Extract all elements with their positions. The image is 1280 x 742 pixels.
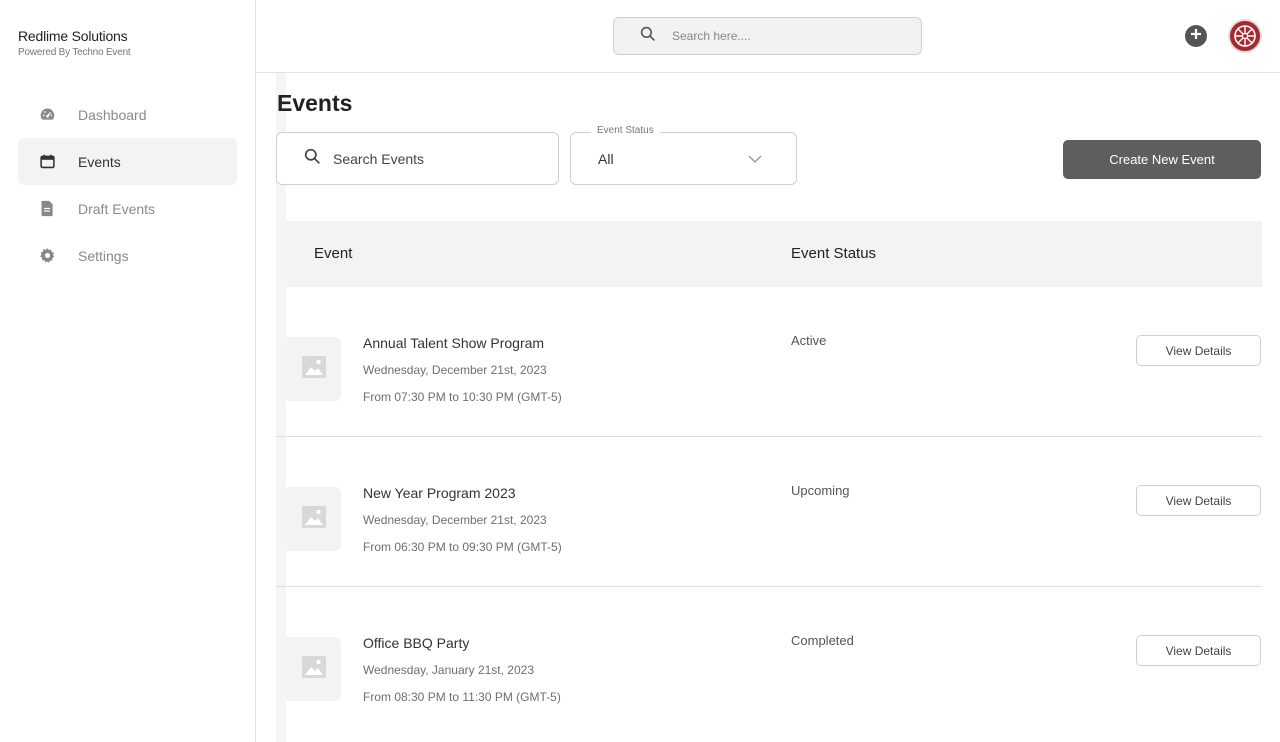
event-status: Active <box>791 333 827 348</box>
top-bar <box>256 0 1280 73</box>
sidebar-item-dashboard[interactable]: Dashboard <box>18 91 237 138</box>
event-status: Upcoming <box>791 483 850 498</box>
document-icon <box>38 200 56 218</box>
column-header-event-status: Event Status <box>791 245 877 262</box>
table-row: Office BBQ Party Wednesday, January 21st… <box>276 587 1262 737</box>
app-root: Redlime Solutions Powered By Techno Even… <box>0 0 1280 742</box>
event-search[interactable] <box>276 132 559 185</box>
event-date: Wednesday, January 21st, 2023 <box>363 663 534 677</box>
event-status: Completed <box>791 633 854 648</box>
event-name: Office BBQ Party <box>363 635 470 651</box>
view-details-button[interactable]: View Details <box>1136 335 1261 366</box>
event-time: From 06:30 PM to 09:30 PM (GMT-5) <box>363 540 562 554</box>
event-thumbnail <box>286 637 341 701</box>
dashboard-gauge-icon <box>38 106 56 124</box>
event-thumbnail <box>286 337 341 401</box>
event-date: Wednesday, December 21st, 2023 <box>363 363 547 377</box>
calendar-icon <box>38 153 56 171</box>
event-thumbnail <box>286 487 341 551</box>
chevron-down-icon <box>747 151 763 172</box>
event-name: Annual Talent Show Program <box>363 335 545 351</box>
image-placeholder-icon <box>301 655 327 684</box>
sidebar-item-label: Settings <box>78 247 129 264</box>
table-row: Annual Talent Show Program Wednesday, De… <box>276 287 1262 437</box>
sidebar-item-events[interactable]: Events <box>18 138 237 185</box>
main-content: Events Event Status All Create New Event… <box>256 73 1280 742</box>
event-search-input[interactable] <box>333 150 533 167</box>
sidebar-item-label: Draft Events <box>78 200 156 217</box>
search-icon <box>640 26 656 47</box>
gear-icon <box>38 247 56 265</box>
plus-icon <box>1190 27 1202 45</box>
avatar-logo-icon <box>1234 25 1256 47</box>
column-header-event: Event <box>314 245 353 262</box>
sidebar: Redlime Solutions Powered By Techno Even… <box>0 0 256 742</box>
search-icon <box>304 148 321 170</box>
sidebar-nav: Dashboard Events Draft Events Settings <box>18 91 237 279</box>
add-button[interactable] <box>1185 25 1207 47</box>
sidebar-item-label: Dashboard <box>78 106 147 123</box>
brand-name: Redlime Solutions <box>18 28 128 44</box>
brand-subtitle: Powered By Techno Event <box>18 47 131 58</box>
avatar[interactable] <box>1228 19 1262 53</box>
table-row: New Year Program 2023 Wednesday, Decembe… <box>276 437 1262 587</box>
sidebar-item-label: Events <box>78 153 121 170</box>
image-placeholder-icon <box>301 505 327 534</box>
event-status-select[interactable]: Event Status All <box>570 125 797 185</box>
image-placeholder-icon <box>301 355 327 384</box>
table-header: Event Event Status <box>286 221 1262 287</box>
global-search[interactable] <box>613 17 922 55</box>
event-status-value: All <box>598 151 614 167</box>
brand: Redlime Solutions Powered By Techno Even… <box>18 28 131 58</box>
page-title: Events <box>277 90 353 116</box>
event-time: From 07:30 PM to 10:30 PM (GMT-5) <box>363 390 562 404</box>
create-new-event-button[interactable]: Create New Event <box>1063 140 1261 179</box>
view-details-button[interactable]: View Details <box>1136 485 1261 516</box>
global-search-input[interactable] <box>672 29 892 43</box>
event-date: Wednesday, December 21st, 2023 <box>363 513 547 527</box>
sidebar-item-draft-events[interactable]: Draft Events <box>18 185 237 232</box>
events-table: Annual Talent Show Program Wednesday, De… <box>276 287 1262 737</box>
event-time: From 08:30 PM to 11:30 PM (GMT-5) <box>363 690 561 704</box>
view-details-button[interactable]: View Details <box>1136 635 1261 666</box>
event-status-legend: Event Status <box>591 125 660 136</box>
event-name: New Year Program 2023 <box>363 485 516 501</box>
sidebar-item-settings[interactable]: Settings <box>18 232 237 279</box>
